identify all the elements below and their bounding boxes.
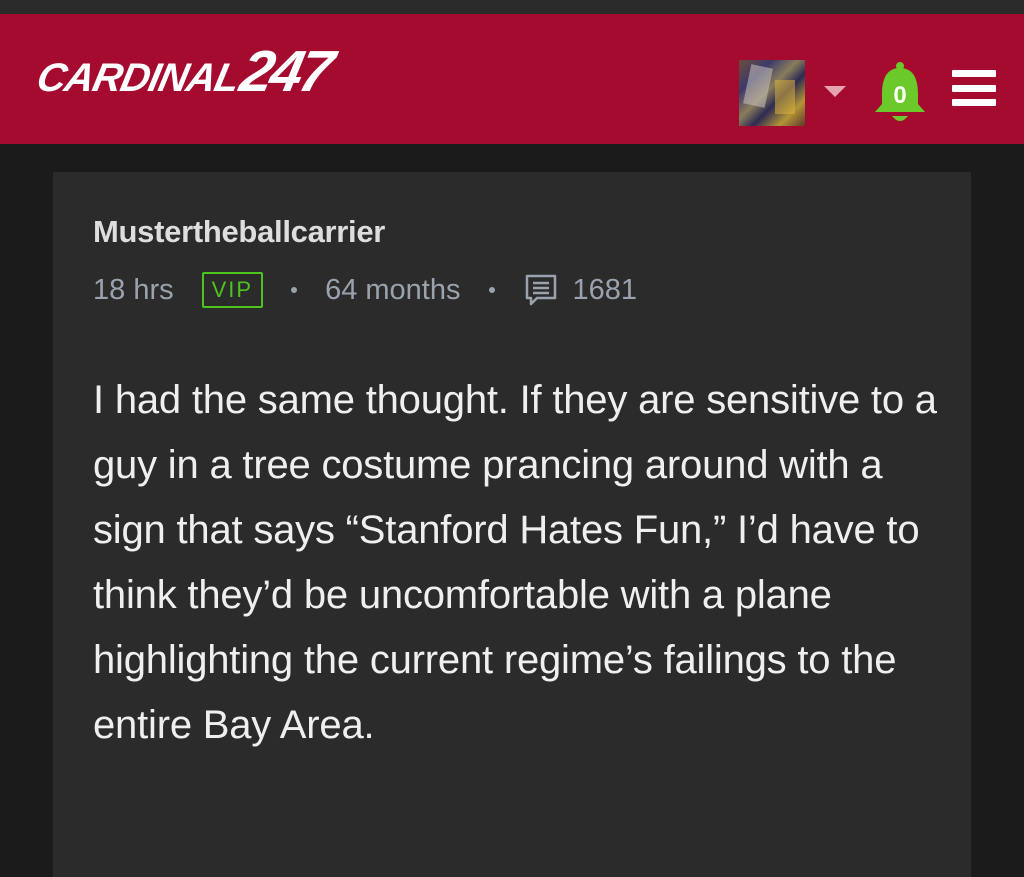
message-icon bbox=[525, 274, 556, 306]
post-time: 18 hrs bbox=[93, 273, 174, 306]
logo-number: 247 bbox=[235, 39, 337, 104]
user-avatar[interactable] bbox=[739, 60, 805, 126]
post-meta: 18 hrs VIP 64 months 1681 bbox=[93, 272, 637, 308]
status-bar bbox=[0, 0, 1024, 14]
site-logo[interactable]: CARDINAL 247 bbox=[33, 39, 337, 104]
separator-dot bbox=[291, 287, 298, 293]
menu-bar bbox=[952, 84, 996, 92]
vip-badge: VIP bbox=[201, 272, 264, 308]
menu-bar bbox=[952, 99, 996, 106]
site-header: CARDINAL 247 0 bbox=[0, 14, 1024, 144]
chevron-down-icon[interactable] bbox=[824, 86, 846, 97]
post-username[interactable]: Mustertheballcarrier bbox=[93, 214, 385, 250]
hamburger-menu-icon[interactable] bbox=[952, 70, 996, 106]
membership-duration: 64 months bbox=[325, 273, 461, 306]
post-count: 1681 bbox=[572, 273, 638, 306]
notifications-button[interactable]: 0 bbox=[870, 60, 930, 126]
notification-count: 0 bbox=[893, 82, 907, 109]
post-body: I had the same thought. If they are sens… bbox=[93, 378, 937, 747]
logo-word: CARDINAL bbox=[33, 56, 244, 100]
menu-bar bbox=[952, 70, 996, 77]
post-card: Mustertheballcarrier 18 hrs VIP 64 month… bbox=[53, 172, 971, 877]
separator-dot bbox=[488, 287, 495, 293]
